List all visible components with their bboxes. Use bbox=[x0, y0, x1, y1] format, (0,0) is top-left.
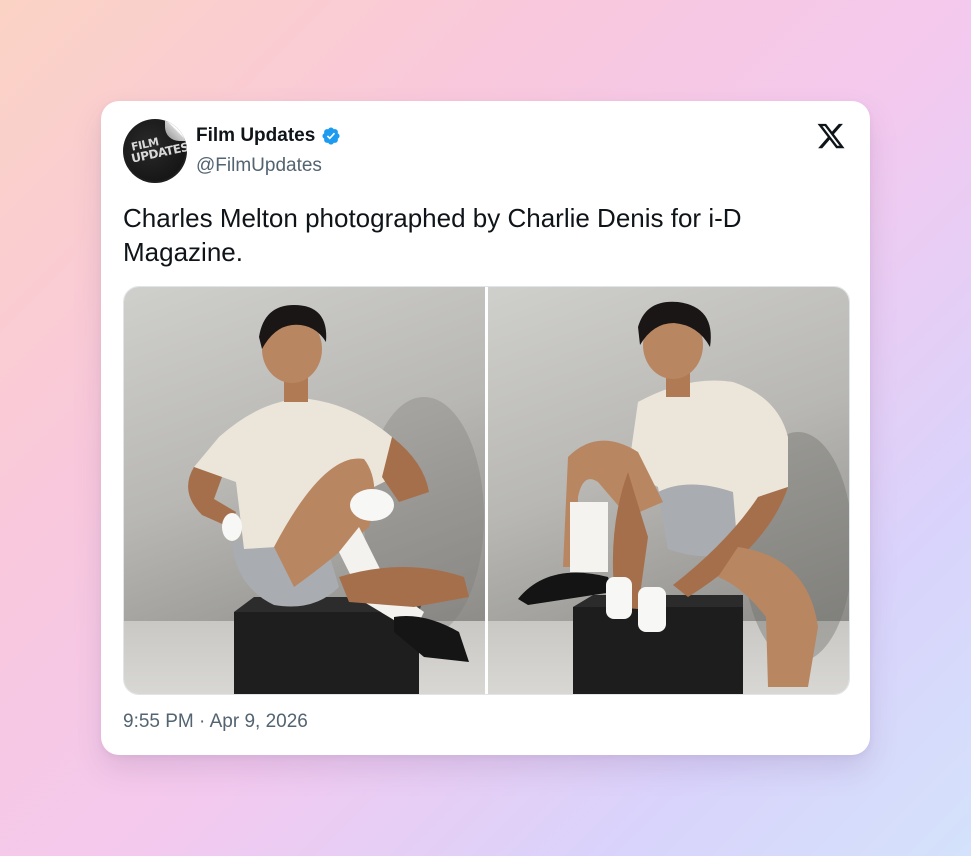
tweet-timestamp[interactable]: 9:55 PM · Apr 9, 2026 bbox=[123, 711, 308, 733]
verified-badge-icon bbox=[322, 127, 340, 145]
tweet-text: Charles Melton photographed by Charlie D… bbox=[123, 203, 742, 267]
tweet-media bbox=[123, 286, 850, 695]
photo-left-figure bbox=[188, 305, 484, 694]
author-name-row: Film Updates bbox=[196, 125, 341, 147]
tweet-card: FILM UPDATES Film Updates @FilmUpdates C… bbox=[101, 101, 870, 755]
author-name[interactable]: Film Updates bbox=[196, 125, 315, 147]
photo-right-figure bbox=[518, 301, 849, 694]
x-logo-icon[interactable] bbox=[816, 121, 846, 151]
author-handle[interactable]: @FilmUpdates bbox=[196, 155, 322, 177]
photo-right[interactable] bbox=[488, 287, 849, 694]
author-avatar[interactable]: FILM UPDATES bbox=[123, 119, 187, 183]
photo-left[interactable] bbox=[124, 287, 485, 694]
